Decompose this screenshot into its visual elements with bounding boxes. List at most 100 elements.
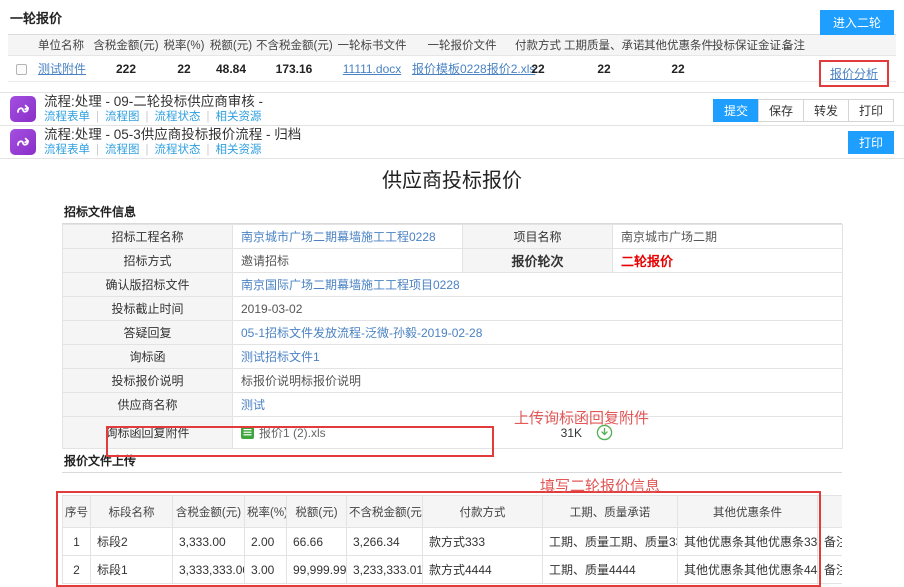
save-button[interactable]: 保存 (758, 99, 804, 122)
form-title: 供应商投标报价 (62, 159, 842, 200)
print-button[interactable]: 打印 (848, 131, 894, 154)
annotation-upload-attachment: 上传询标函回复附件 (514, 407, 649, 428)
top-bar: 一轮报价 进入二轮 (0, 0, 904, 34)
divider (140, 111, 155, 123)
column-header: 含税金额(元) (173, 496, 245, 528)
field-label: 答疑回复 (63, 321, 233, 345)
round1-table: 单位名称 含税金额(元) 税率(%) 税额(元) 不含税金额(元) 一轮标书文件… (8, 34, 896, 82)
annotation-fill-quote: 填写二轮报价信息 (540, 475, 660, 496)
tax-included-amount: 3,333.00 (173, 528, 245, 556)
column-header: 单位名称 (34, 37, 90, 53)
quote-analysis-link[interactable]: 报价分析 (830, 67, 878, 81)
field-label: 询标函 (63, 345, 233, 369)
tab-related-resources[interactable]: 相关资源 (216, 144, 262, 156)
payment-method: 款方式4444 (423, 556, 543, 584)
workflow-header-quote: 流程:处理 - 05-3供应商投标报价流程 - 归档 流程表单 流程图 流程状态 相关… (0, 126, 904, 159)
field-label: 投标截止时间 (63, 297, 233, 321)
field-label: 招标工程名称 (63, 225, 233, 249)
section-name: 标段2 (91, 528, 173, 556)
tax-amount: 66.66 (287, 528, 347, 556)
workflow-icon (10, 96, 36, 122)
field-label: 询标函回复附件 (63, 417, 233, 449)
column-header: 含税金额(元) (90, 37, 162, 53)
column-header: 一轮标书文件 (332, 37, 412, 53)
quote-analysis-highlight-box: 报价分析 (819, 60, 889, 87)
project-name-value: 南京城市广场二期 (613, 225, 843, 249)
workflow-icon (10, 129, 36, 155)
second-round-quote-table: 序号 标段名称 含税金额(元) 税率(%) 税额(元) 不含税金额(元) 付款方… (62, 495, 842, 584)
column-header: 工期质量、承诺 (564, 37, 644, 53)
divider (201, 111, 216, 123)
attachment-file-link[interactable]: 报价1 (2).xls (259, 424, 326, 441)
column-header: 标段名称 (91, 496, 173, 528)
divider (90, 144, 105, 156)
column-header: 税额(元) (287, 496, 347, 528)
quality-commitment: 工期、质量4444 (543, 556, 678, 584)
quality-commitment: 工期、质量工期、质量3333 (543, 528, 678, 556)
tab-related-resources[interactable]: 相关资源 (216, 111, 262, 123)
divider (201, 144, 216, 156)
column-header: 其他优惠条件 (644, 37, 712, 53)
tax-excluded-amount: 3,233,333.01 (347, 556, 423, 584)
column-header: 付款方式 (423, 496, 543, 528)
column-header: 税率(%) (245, 496, 287, 528)
column-header: 其他优惠条件 (678, 496, 818, 528)
workflow-list: 流程:处理 - 09-二轮投标供应商审核 - 流程表单流程图流程状态相关资源 提… (0, 92, 904, 159)
row-checkbox[interactable] (16, 64, 27, 75)
tax-excluded-amount: 173.16 (256, 62, 332, 76)
print-button[interactable]: 打印 (848, 99, 894, 122)
row-index: 2 (63, 556, 91, 584)
payment-method: 22 (512, 62, 564, 76)
column-header: 投标保证金证... (712, 37, 782, 53)
workflow-title: 流程:处理 - 05-3供应商投标报价流程 - 归档 (44, 128, 301, 142)
bid-info-table-wrap: 招标工程名称 南京城市广场二期幕墙施工工程0228 项目名称 南京城市广场二期 … (62, 224, 842, 449)
inquiry-letter-link[interactable]: 测试招标文件1 (241, 350, 320, 364)
quote-desc-value: 标报价说明标报价说明 (233, 369, 843, 393)
divider (90, 111, 105, 123)
table-row: 测试附件 222 22 48.84 173.16 11111.docx 报价模板… (8, 56, 896, 82)
qa-reply-link[interactable]: 05-1招标文件发放流程-泛微-孙毅-2019-02-28 (241, 326, 482, 340)
other-conditions: 22 (644, 62, 712, 76)
column-header (818, 496, 843, 528)
column-header: 不含税金额(元) (347, 496, 423, 528)
field-label: 投标报价说明 (63, 369, 233, 393)
deadline-value: 2019-03-02 (233, 297, 843, 321)
field-label: 招标方式 (63, 249, 233, 273)
column-header: 工期、质量承诺 (543, 496, 678, 528)
tax-rate: 3.00 (245, 556, 287, 584)
excel-file-icon (241, 426, 254, 440)
column-header: 付款方式 (512, 37, 564, 53)
tab-flow-form[interactable]: 流程表单 (44, 144, 90, 156)
enter-second-round-button[interactable]: 进入二轮 (820, 10, 894, 35)
forward-button[interactable]: 转发 (803, 99, 849, 122)
bid-file-link[interactable]: 11111.docx (343, 62, 402, 76)
column-header: 序号 (63, 496, 91, 528)
column-header: 不含税金额(元) (256, 37, 332, 53)
other-conditions: 其他优惠条其他优惠条333 (678, 528, 818, 556)
tax-amount: 99,999.99 (287, 556, 347, 584)
tab-flow-form[interactable]: 流程表单 (44, 111, 90, 123)
field-label: 确认版招标文件 (63, 273, 233, 297)
tax-rate: 2.00 (245, 528, 287, 556)
bid-project-value: 南京城市广场二期幕墙施工工程0228 (233, 225, 463, 249)
tab-flow-diagram[interactable]: 流程图 (105, 111, 140, 123)
section-header-quote-upload: 报价文件上传 (62, 449, 842, 473)
column-header: 一轮报价文件 (412, 37, 512, 53)
column-header: 税率(%) (162, 37, 206, 53)
tax-included-amount: 222 (90, 62, 162, 76)
tab-flow-status[interactable]: 流程状态 (155, 144, 201, 156)
tax-amount: 48.84 (206, 62, 256, 76)
remark: 备注 (818, 556, 843, 584)
unit-name-link[interactable]: 测试附件 (38, 62, 86, 76)
tab-flow-status[interactable]: 流程状态 (155, 111, 201, 123)
submit-button[interactable]: 提交 (713, 99, 759, 122)
tax-rate: 22 (162, 62, 206, 76)
tab-flow-diagram[interactable]: 流程图 (105, 144, 140, 156)
column-header: 备注 (782, 37, 812, 53)
workflow-title: 流程:处理 - 09-二轮投标供应商审核 - (44, 95, 263, 109)
quality-commitment: 22 (564, 62, 644, 76)
section-header-bid-info: 招标文件信息 (62, 200, 842, 224)
remark: 备注 (818, 528, 843, 556)
table-row: 1 标段2 3,333.00 2.00 66.66 3,266.34 款方式33… (63, 528, 843, 556)
quote-round-label: 报价轮次 (463, 249, 613, 273)
